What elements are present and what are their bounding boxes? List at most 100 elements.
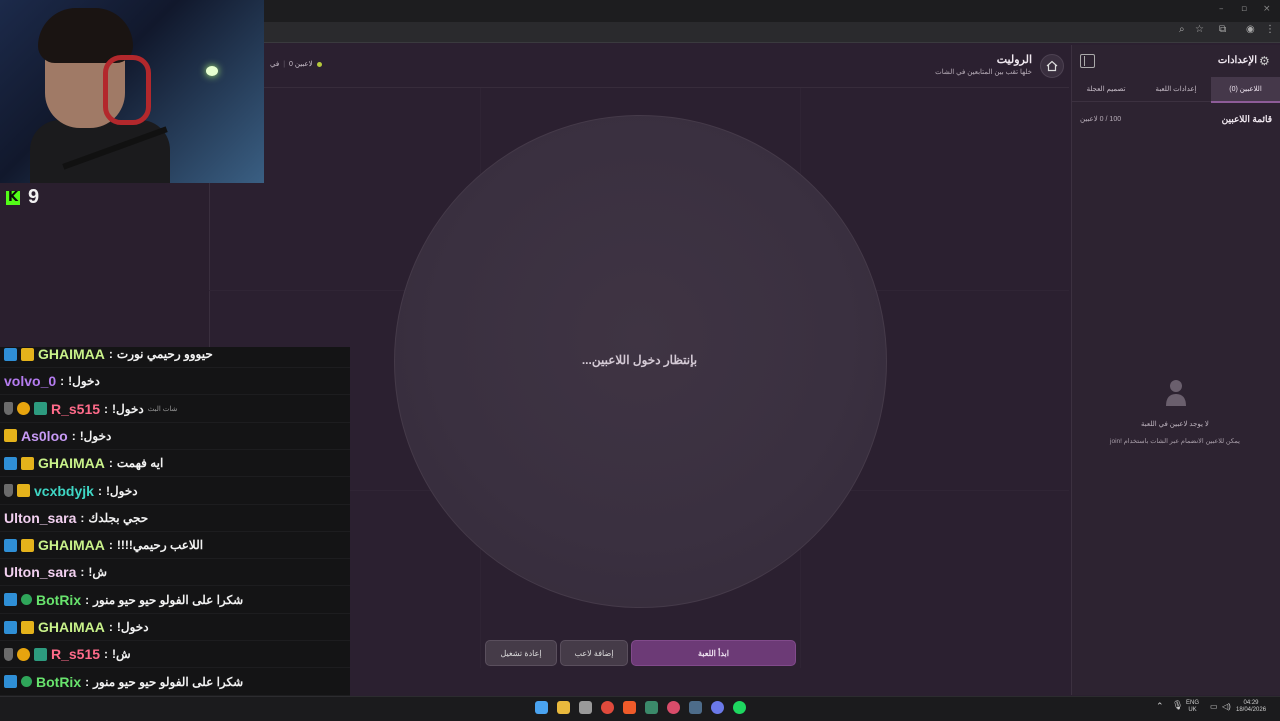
- verified-badge-icon: [21, 594, 32, 606]
- chat-text: شكرا على الفولو حيو حيو منور: [93, 674, 244, 689]
- start-icon[interactable]: [535, 701, 548, 714]
- home-button[interactable]: [1040, 54, 1064, 78]
- clock[interactable]: 04:29 18/04/2026: [1236, 700, 1266, 714]
- chat-username[interactable]: volvo_0: [4, 373, 56, 389]
- chat-overlay: GHAIMAA: حيووو رحيمي نورت volvo_0: دخول! R_s…: [0, 347, 350, 720]
- home-icon: [1046, 60, 1058, 72]
- add-player-button[interactable]: إضافة لاعب: [560, 640, 628, 666]
- players-count: في | 0 لاعبين: [270, 60, 322, 68]
- app-icon[interactable]: [645, 701, 658, 714]
- chat-text: دخول!: [79, 428, 112, 443]
- chat-username[interactable]: As0loo: [21, 428, 68, 444]
- crown-badge-icon: [21, 456, 34, 470]
- chat-separator: :: [104, 647, 109, 662]
- chat-separator: :: [108, 538, 113, 553]
- crown-badge-icon: [4, 429, 17, 443]
- minimize-button[interactable]: –: [1219, 4, 1224, 14]
- chat-message: R_s515: ش!: [0, 641, 350, 669]
- headset-icon: [103, 55, 151, 125]
- file-explorer-icon[interactable]: [557, 701, 570, 714]
- user-icon: [1166, 380, 1186, 406]
- store-icon[interactable]: [579, 701, 592, 714]
- vip-badge-icon: [4, 456, 17, 470]
- chat-username[interactable]: GHAIMAA: [38, 619, 105, 635]
- chat-username[interactable]: Ulton_sara: [4, 510, 76, 526]
- chat-source-label: شات البث: [147, 405, 178, 413]
- chat-text: دخول!: [112, 401, 144, 416]
- chat-separator: :: [108, 347, 113, 361]
- menu-icon[interactable]: ⋮: [1265, 24, 1275, 35]
- chat-username[interactable]: BotRix: [36, 674, 81, 690]
- crown-badge-icon: [17, 484, 30, 497]
- reset-button[interactable]: إعادة تشغيل: [485, 640, 557, 666]
- cup-badge-icon: [4, 484, 13, 497]
- tab-players[interactable]: اللاعبين (0): [1211, 77, 1280, 103]
- crown-badge-icon: [21, 347, 34, 361]
- star-icon[interactable]: ☆: [1195, 24, 1204, 35]
- cup-badge-icon: [4, 402, 13, 416]
- settings-title: الإعدادات: [1217, 55, 1257, 66]
- chat-text: اللاعب رحيمي!!!!: [116, 538, 204, 553]
- start-game-button[interactable]: ابدأ اللعبة: [631, 640, 796, 666]
- chat-message: GHAIMAA: اللاعب رحيمي!!!!: [0, 532, 350, 560]
- brave-icon[interactable]: [623, 701, 636, 714]
- language-indicator[interactable]: ENG UK: [1186, 700, 1199, 714]
- chat-separator: :: [80, 565, 85, 580]
- page-subtitle: خلها تقب بين المتابعين في الشات: [935, 69, 1032, 76]
- chat-username[interactable]: GHAIMAA: [38, 455, 105, 471]
- chat-text: دخول!: [116, 620, 149, 634]
- chat-text: ش!: [112, 647, 131, 662]
- volume-icon[interactable]: ◁): [1222, 703, 1231, 711]
- close-window-button[interactable]: ×: [1263, 4, 1271, 14]
- chat-text: شكرا على الفولو حيو حيو منور: [93, 592, 244, 607]
- tab-wheel-design[interactable]: تصميم العجلة: [1071, 77, 1141, 101]
- players-list-count: 100 / 0 لاعبين: [1080, 116, 1122, 123]
- mic-icon[interactable]: 🎙: [1172, 701, 1183, 710]
- chat-username[interactable]: R_s515: [51, 401, 100, 417]
- time-text: 04:29: [1243, 700, 1259, 706]
- chat-message: vcxbdyjk: دخول!: [0, 478, 350, 505]
- chrome-icon[interactable]: [601, 701, 614, 714]
- vip-badge-icon: [4, 620, 17, 634]
- one-badge-icon: [17, 402, 30, 416]
- one-badge-icon: [17, 647, 30, 661]
- subscriber-badge-icon: [34, 647, 47, 661]
- maximize-button[interactable]: ▫: [1241, 4, 1247, 14]
- chat-message: GHAIMAA: دخول!: [0, 614, 350, 641]
- spotify-icon[interactable]: [733, 701, 746, 714]
- profile-icon[interactable]: ◉: [1246, 24, 1255, 35]
- chat-username[interactable]: BotRix: [36, 592, 81, 608]
- chat-text: حجي بجلدك: [88, 510, 149, 525]
- region-text: UK: [1188, 707, 1197, 713]
- discord-icon[interactable]: [711, 701, 724, 714]
- verified-badge-icon: [21, 676, 32, 688]
- chat-separator: :: [108, 620, 113, 634]
- chat-username[interactable]: GHAIMAA: [38, 537, 105, 553]
- kick-logo-icon: K: [6, 189, 20, 205]
- app-icon[interactable]: [667, 701, 680, 714]
- tab-game-settings[interactable]: إعدادات اللعبة: [1141, 77, 1211, 101]
- chat-text: دخول!: [68, 374, 100, 389]
- chat-text: دخول!: [105, 483, 138, 498]
- taskbar: [0, 696, 1280, 721]
- chat-message: BotRix: شكرا على الفولو حيو حيو منور: [0, 669, 350, 696]
- chat-username[interactable]: Ulton_sara: [4, 564, 76, 580]
- chat-message: R_s515: دخول! شات البث: [0, 396, 350, 423]
- collapse-panel-icon[interactable]: [1080, 54, 1095, 68]
- network-icon[interactable]: ▭: [1210, 703, 1218, 711]
- chat-separator: :: [108, 456, 113, 471]
- viewer-counter: K 9: [6, 186, 39, 209]
- players-count-text: 0 لاعبين: [289, 61, 313, 68]
- zoom-icon[interactable]: ⌕: [1179, 24, 1185, 35]
- chat-separator: :: [80, 510, 85, 525]
- steam-icon[interactable]: [689, 701, 702, 714]
- chat-username[interactable]: vcxbdyjk: [34, 483, 94, 499]
- chat-message: As0loo: دخول!: [0, 423, 350, 450]
- online-dot-icon: [316, 61, 322, 67]
- chat-username[interactable]: GHAIMAA: [38, 347, 105, 362]
- chat-username[interactable]: R_s515: [51, 646, 100, 662]
- chevron-up-icon[interactable]: ⌃: [1156, 702, 1164, 711]
- extensions-icon[interactable]: ⧉: [1219, 24, 1226, 35]
- truncated-label: في: [270, 61, 280, 68]
- chat-text: ايه فهمت: [116, 456, 164, 471]
